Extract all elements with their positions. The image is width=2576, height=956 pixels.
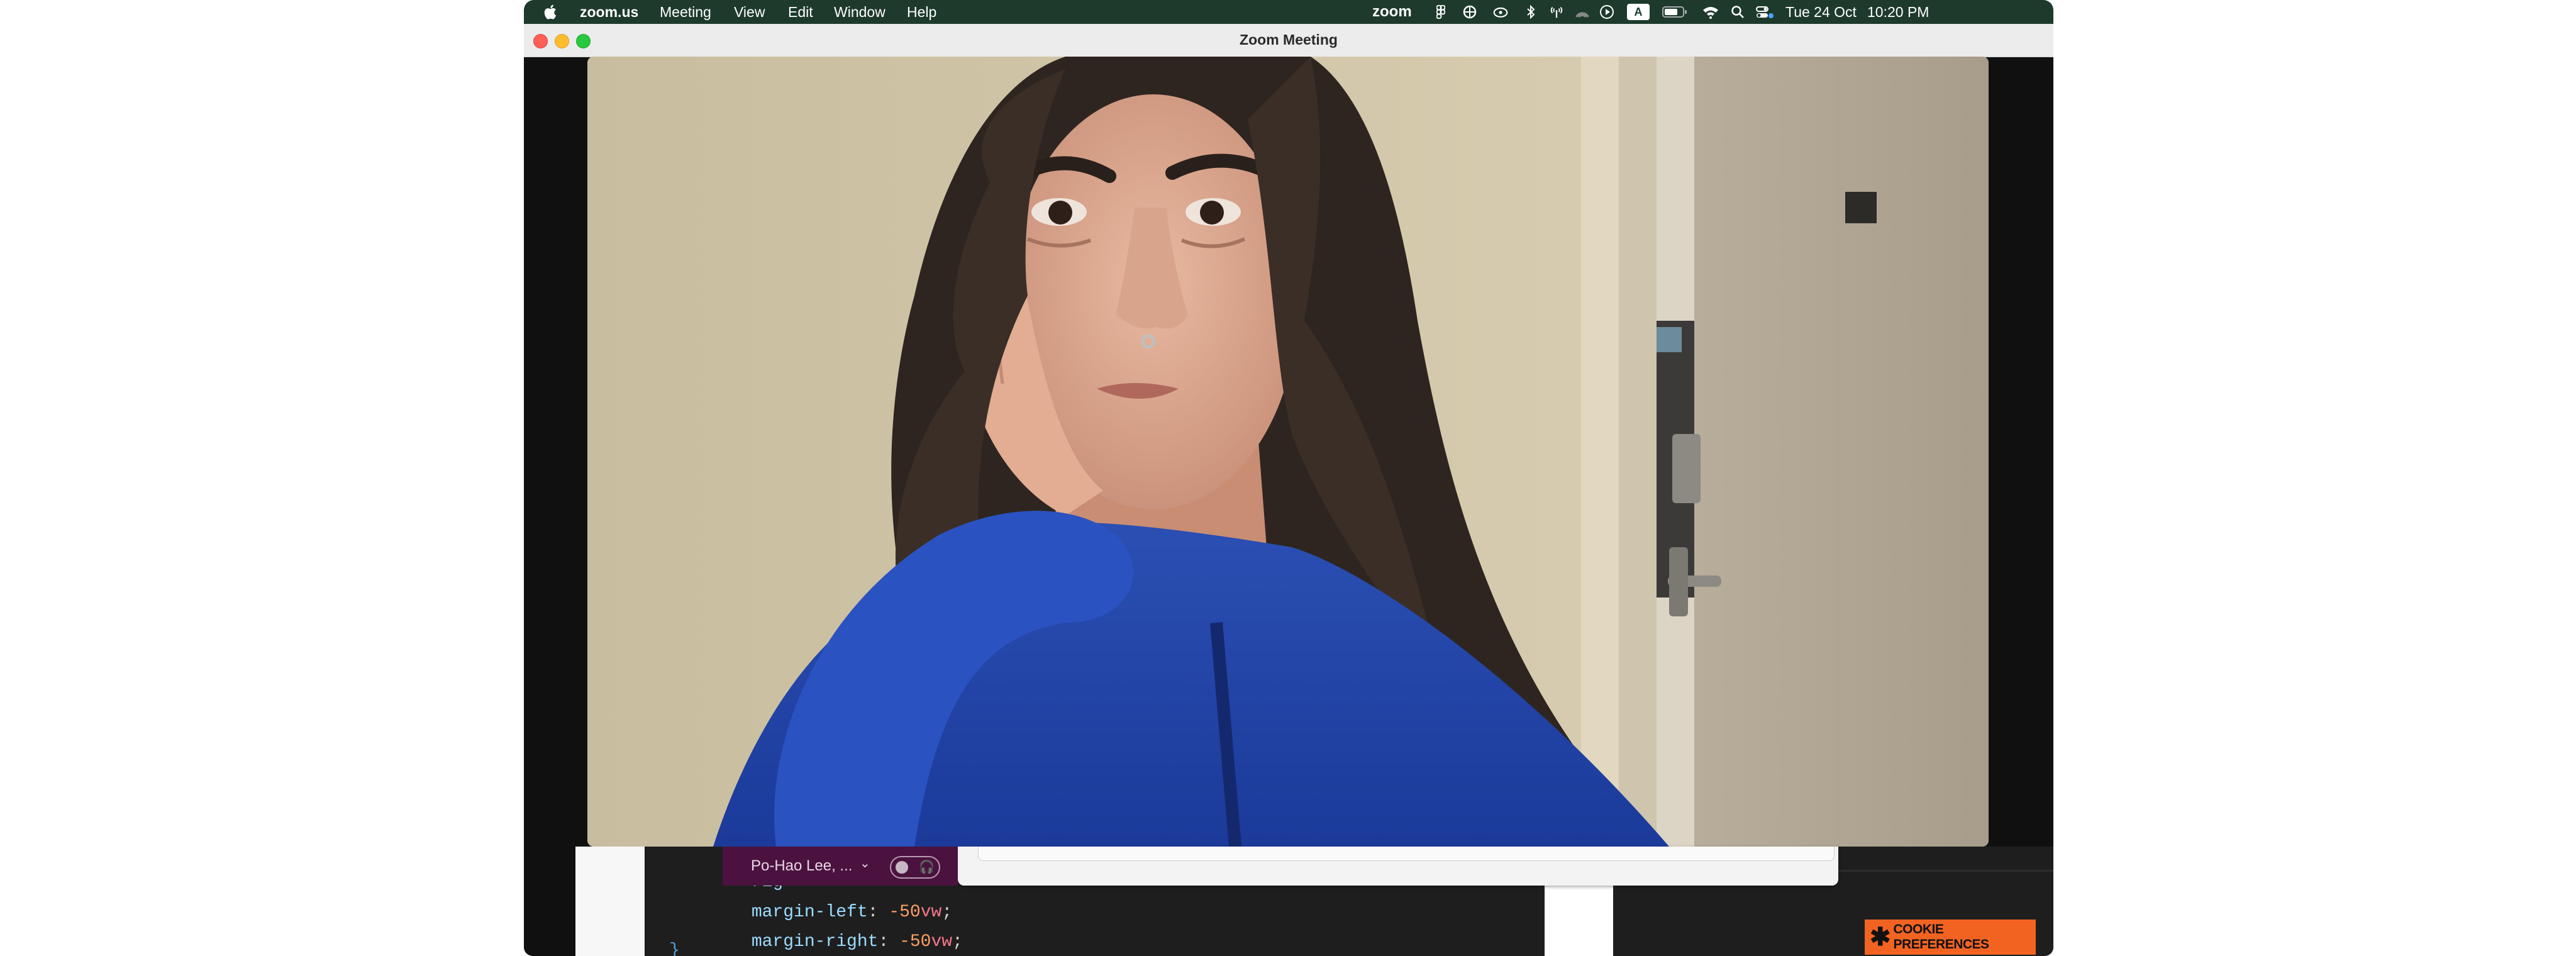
code-prop: margin-right (751, 932, 879, 952)
app-menu[interactable]: zoom.us (580, 4, 638, 21)
bluetooth-icon[interactable] (1523, 4, 1538, 19)
audio-toggle[interactable]: 🎧 (890, 856, 940, 879)
menu-bar: zoom.us Meeting View Edit Window Help zo… (524, 0, 2053, 24)
cookie-preferences-button[interactable]: ✱ COOKIE PREFERENCES (1865, 920, 2036, 955)
code-closing-brace: } (669, 941, 680, 956)
shared-screen-popup (958, 847, 1838, 886)
figma-icon[interactable] (1433, 4, 1448, 19)
code-unit: vw (931, 932, 953, 952)
menu-help[interactable]: Help (907, 4, 936, 21)
cookie-preferences-label: COOKIE PREFERENCES (1893, 922, 1990, 952)
headphones-icon: 🎧 (919, 860, 935, 874)
input-source-icon[interactable]: A (1627, 4, 1650, 20)
chevron-down-icon[interactable]: ⌄ (860, 855, 870, 871)
menu-edit[interactable]: Edit (788, 4, 813, 21)
cloud-sync-icon[interactable] (1493, 4, 1508, 19)
shared-screen-margin (575, 847, 645, 956)
play-circle-icon[interactable] (1599, 4, 1614, 19)
participant-name: Po-Hao Lee, ... (751, 857, 853, 874)
participant-video[interactable] (587, 57, 1989, 847)
apple-icon[interactable] (543, 4, 558, 19)
code-line: margin-right: -50vw; (751, 932, 963, 952)
window-title: Zoom Meeting (1240, 31, 1338, 48)
antenna-icon[interactable] (1549, 4, 1564, 19)
menu-meeting[interactable]: Meeting (660, 4, 711, 21)
menu-window[interactable]: Window (834, 4, 886, 21)
code-number: -50 (899, 932, 931, 952)
participant-name-chip[interactable]: Po-Hao Lee, ... ⌄ 🎧 (723, 847, 958, 886)
title-bar: Zoom Meeting (524, 24, 2053, 57)
zoom-status-item[interactable]: zoom (1372, 3, 1412, 21)
popup-input (978, 847, 1835, 861)
search-icon[interactable] (1730, 4, 1745, 19)
menu-view[interactable]: View (734, 4, 765, 21)
wifi-icon[interactable] (1702, 4, 1719, 19)
asterisk-icon: ✱ (1870, 923, 1891, 951)
toggle-knob (896, 861, 908, 874)
creative-cloud-icon[interactable] (1462, 4, 1477, 19)
zoom-meeting-window: Zoom Meeting margin-left: -50vw; margin-… (524, 24, 2053, 956)
radar-icon[interactable] (1575, 4, 1590, 19)
time-label[interactable]: 10:20 PM (1867, 4, 1929, 21)
control-center-icon[interactable] (1755, 4, 1774, 19)
date-label[interactable]: Tue 24 Oct (1785, 4, 1857, 21)
battery-icon[interactable] (1662, 4, 1687, 19)
